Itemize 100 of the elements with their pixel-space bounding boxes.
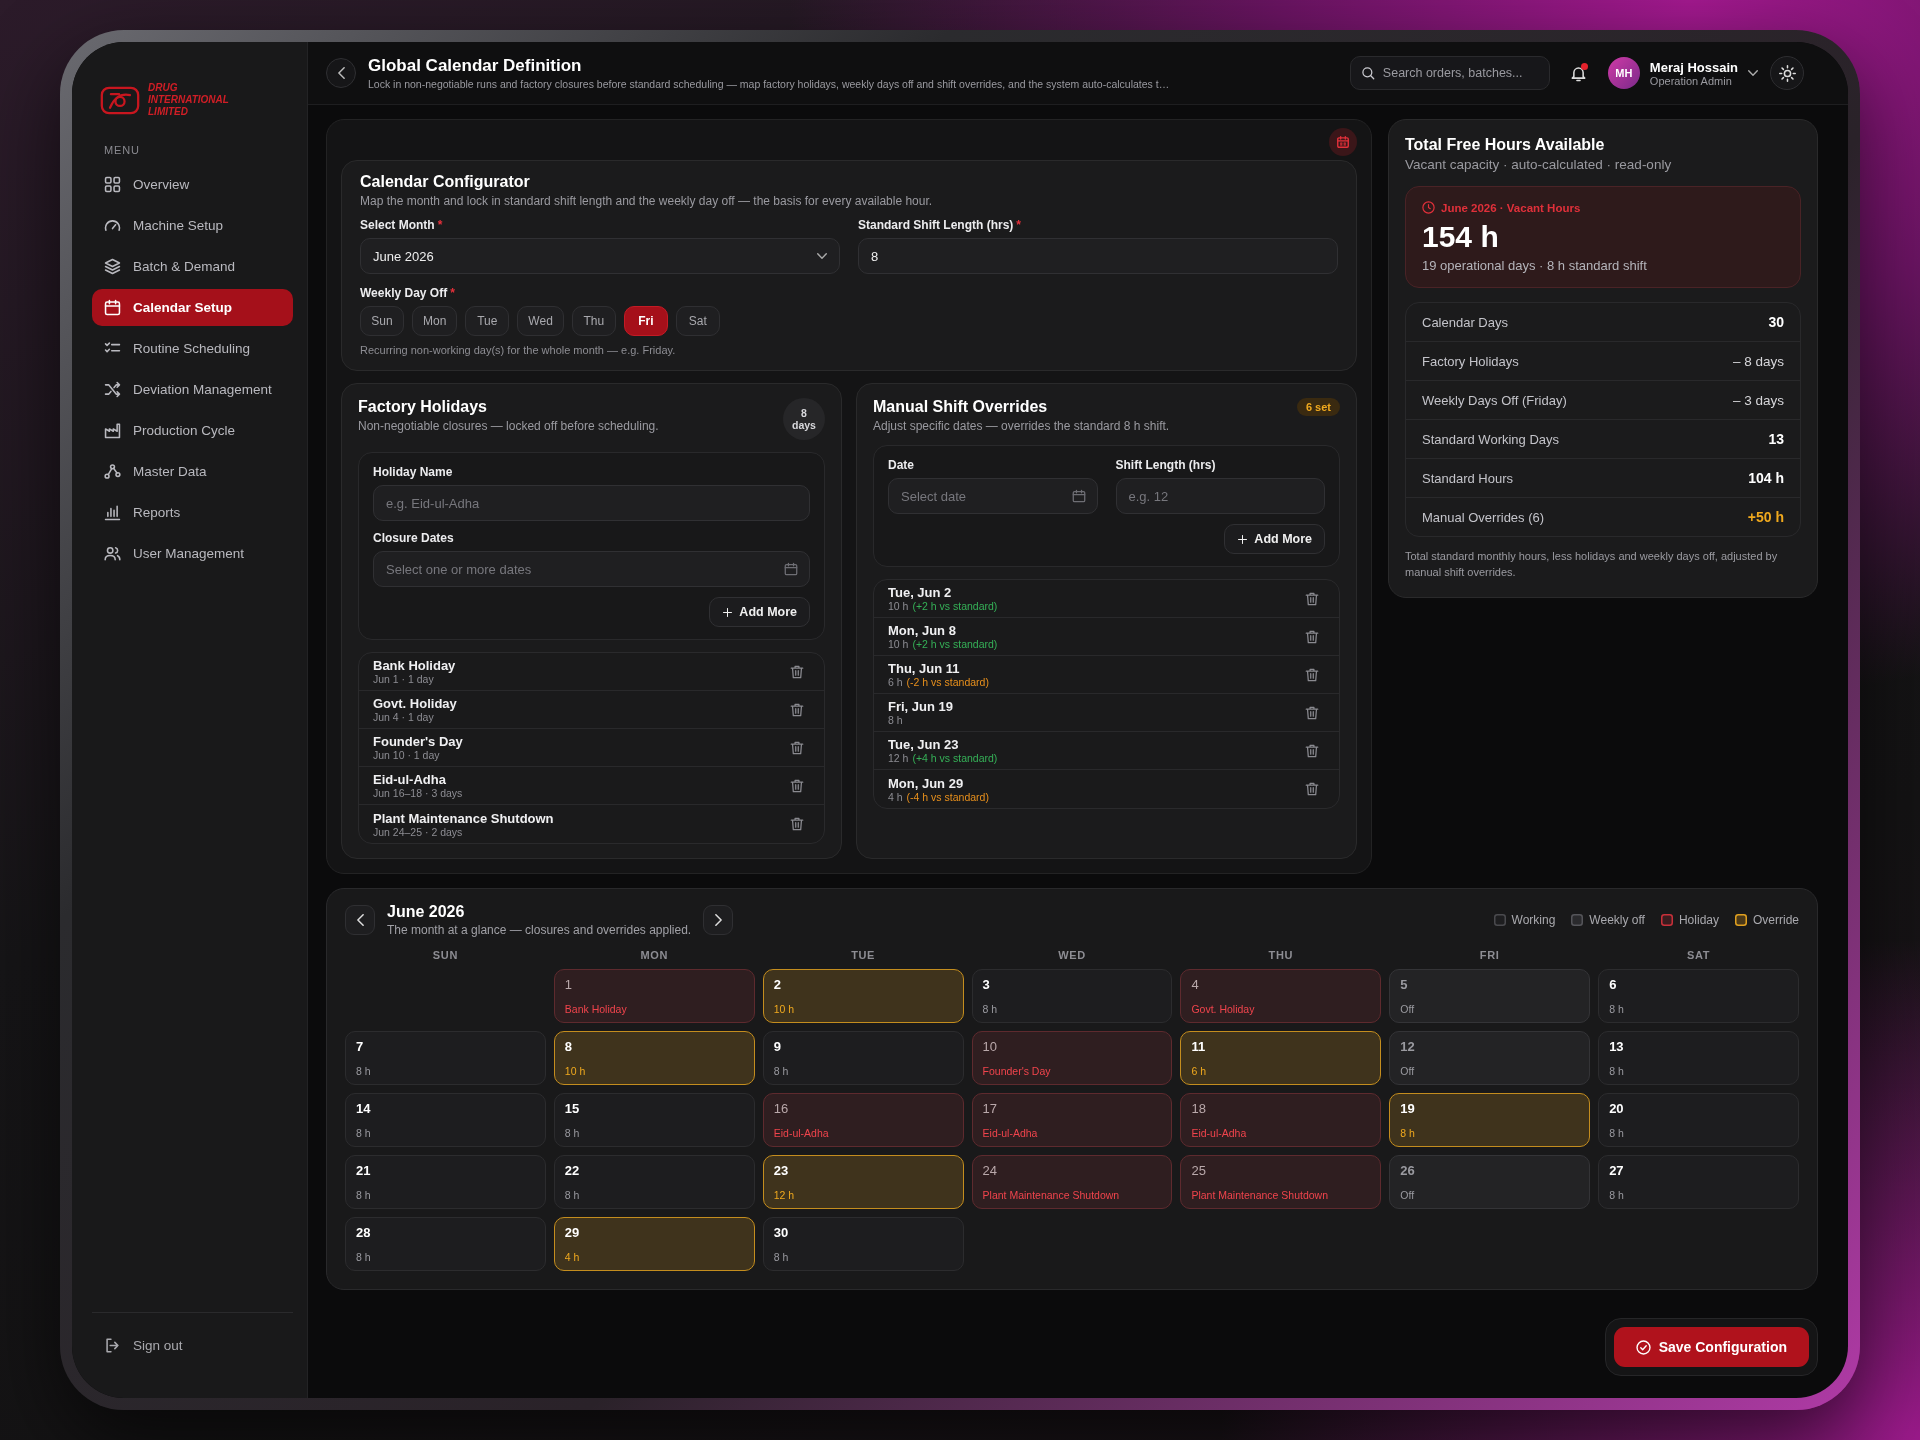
card-title: Calendar Configurator — [360, 173, 531, 191]
plus-icon — [722, 606, 734, 618]
sidebar-item[interactable]: Machine Setup — [92, 207, 293, 244]
sidebar-item[interactable]: Calendar Setup — [92, 289, 293, 326]
sidebar-item[interactable]: Batch & Demand — [92, 248, 293, 285]
check-circle-icon — [1635, 1339, 1651, 1355]
weekday-toggle[interactable]: Tue — [465, 306, 510, 336]
override-hours: 10 h — [888, 600, 909, 612]
holiday-name: Eid-ul-Adha — [373, 772, 447, 787]
day-number: 15 — [564, 1101, 580, 1116]
layers-icon — [104, 258, 121, 275]
weekday-label: MON — [639, 949, 670, 961]
legend-label: Working — [1511, 913, 1556, 927]
day-number: 29 — [564, 1225, 580, 1240]
card-title: Total Free Hours Available — [1405, 136, 1606, 154]
weekday-toggle[interactable]: Wed — [517, 306, 564, 336]
sidebar-item[interactable]: Deviation Management — [92, 371, 293, 408]
chevron-left-icon — [356, 914, 364, 926]
day-detail: 8 h — [773, 1065, 789, 1077]
override-date: Tue, Jun 23 — [888, 737, 960, 752]
save-button[interactable]: Save Configuration — [1613, 1327, 1809, 1367]
field-label: Holiday Name — [373, 465, 453, 479]
calendar-icon — [784, 562, 798, 576]
summary-label: Calendar Days — [1422, 314, 1508, 330]
user-avatar[interactable]: MH — [1607, 57, 1640, 89]
sidebar-item[interactable]: User Management — [92, 535, 293, 572]
bell-icon — [1570, 64, 1588, 82]
sidebar-item[interactable]: Routine Scheduling — [92, 330, 293, 367]
brand-name: DRUG INTERNATIONAL LIMITED — [148, 82, 230, 118]
field-label: Select Month — [360, 218, 435, 232]
closure-dates-field[interactable]: Select one or more dates — [373, 551, 810, 587]
day-detail: Off — [1400, 1003, 1415, 1015]
weekday-toggle[interactable]: Sat — [675, 306, 720, 336]
sun-icon — [1778, 64, 1796, 82]
holiday-dates: Jun 16–18 · 3 days — [373, 787, 463, 799]
day-detail: 8 h — [356, 1251, 371, 1263]
sidebar-item[interactable]: Production Cycle — [92, 412, 293, 449]
weekday-toggle[interactable]: Fri — [623, 306, 668, 336]
month-select[interactable]: June 2026 — [360, 238, 840, 274]
holiday-name-field[interactable]: e.g. Eid-ul-Adha — [373, 485, 810, 521]
vacant-hours-detail: 19 operational days · 8 h standard shift — [1422, 258, 1648, 273]
user-role: Operation Admin — [1649, 74, 1733, 87]
day-number: 24 — [982, 1163, 998, 1178]
sign-out-button[interactable]: Sign out — [92, 1327, 293, 1364]
caret-icon[interactable] — [1748, 70, 1758, 76]
day-number: 22 — [564, 1163, 580, 1178]
add-more-button[interactable]: Add More — [709, 597, 810, 627]
card-title: Factory Holidays — [358, 398, 488, 416]
day-number: 3 — [982, 977, 990, 992]
day-detail: 8 h — [1400, 1127, 1415, 1139]
theme-toggle-button[interactable] — [1770, 56, 1804, 90]
nodes-icon — [104, 463, 121, 480]
shuffle-icon — [104, 381, 121, 398]
override-delta: (+4 h vs standard) — [912, 752, 998, 764]
day-number: 12 — [1400, 1039, 1415, 1054]
day-number: 7 — [356, 1039, 364, 1054]
day-detail: Off — [1400, 1065, 1415, 1077]
day-detail: Bank Holiday — [564, 1003, 627, 1015]
next-month-button[interactable] — [703, 905, 734, 935]
weekday-toggle[interactable]: Mon — [412, 306, 458, 336]
day-number: 5 — [1400, 977, 1408, 992]
calendar-icon — [1071, 489, 1086, 503]
sidebar-item[interactable]: Overview — [92, 166, 293, 203]
summary-value: 30 — [1768, 314, 1784, 330]
summary-value: 104 h — [1748, 470, 1784, 486]
sidebar-item[interactable]: Master Data — [92, 453, 293, 490]
required-mark: * — [1016, 218, 1021, 232]
override-date: Thu, Jun 11 — [888, 661, 961, 676]
clock-icon — [1422, 201, 1435, 214]
field-label: Shift Length (hrs) — [1115, 458, 1216, 472]
date-field[interactable]: Select date — [888, 478, 1098, 514]
override-delta: (-4 h vs standard) — [906, 790, 989, 803]
override-hours: 6 h — [888, 676, 903, 688]
holiday-name: Plant Maintenance Shutdown — [373, 810, 554, 826]
card-title: Manual Shift Overrides — [873, 398, 1049, 416]
day-detail: 8 h — [1609, 1189, 1624, 1201]
weekday-toggle[interactable]: Sun — [360, 306, 404, 336]
add-more-button[interactable]: Add More — [1224, 524, 1325, 554]
day-number: 27 — [1609, 1163, 1624, 1178]
summary-label: Standard Working Days — [1422, 431, 1560, 447]
back-button[interactable] — [326, 58, 356, 88]
shift-length-field[interactable]: 8 — [858, 238, 1338, 274]
day-detail: 10 h — [773, 1003, 795, 1015]
day-number: 1 — [564, 977, 573, 992]
day-number: 25 — [1191, 1163, 1206, 1178]
required-mark: * — [450, 286, 455, 300]
holiday-dates: Jun 24–25 · 2 days — [373, 825, 464, 838]
override-delta: (+2 h vs standard) — [912, 638, 998, 650]
override-date: Fri, Jun 19 — [888, 699, 954, 714]
weekday-toggle[interactable]: Thu — [571, 306, 616, 336]
day-detail: Plant Maintenance Shutdown — [982, 1189, 1120, 1201]
count-badge: 6 set — [1296, 398, 1340, 416]
search-field[interactable]: Search orders, batches... — [1349, 56, 1550, 90]
override-date: Mon, Jun 8 — [888, 623, 957, 638]
previous-month-button[interactable] — [345, 905, 375, 935]
legend-label: Override — [1753, 913, 1799, 927]
sidebar-item[interactable]: Reports — [92, 494, 293, 531]
search-icon — [1360, 66, 1375, 80]
shift-length-input[interactable]: e.g. 12 — [1115, 478, 1325, 514]
day-number: 26 — [1400, 1163, 1415, 1178]
